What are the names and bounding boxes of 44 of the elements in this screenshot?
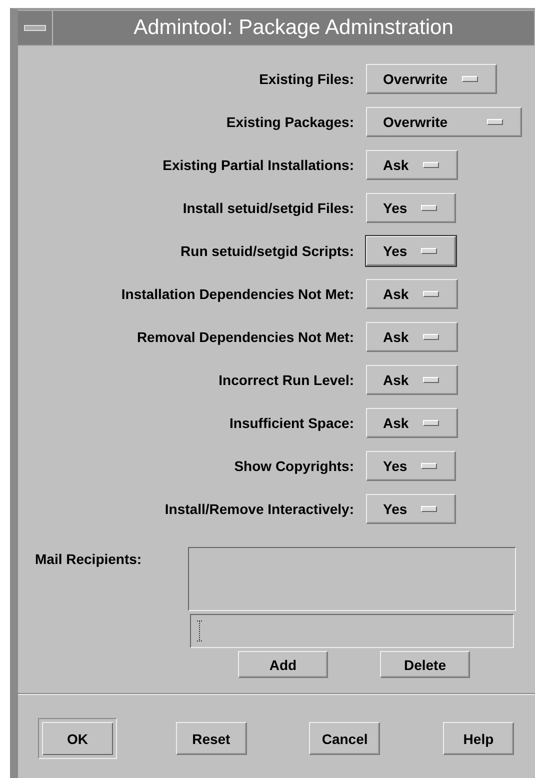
option-menu[interactable]: Yes [366,192,456,222]
option-label: Run setuid/setgid Scripts: [180,242,354,258]
option-label: Insufficient Space: [230,414,354,430]
menu-indicator-icon [421,462,438,468]
menu-indicator-icon [422,334,439,340]
menu-indicator-icon [421,506,438,512]
input-field[interactable] [190,614,514,648]
option-menu[interactable]: Ask [366,364,458,394]
option-menu[interactable]: Overwrite [366,106,522,136]
option-menu[interactable]: Yes [366,236,456,266]
option-label: Install setuid/setgid Files: [182,200,354,216]
text-cursor-icon [197,620,202,642]
menu-indicator-icon [422,162,439,168]
option-label: Existing Packages: [226,114,354,130]
mail-recipients-label: Mail Recipients: [34,550,143,569]
option-menu[interactable]: Ask [366,150,458,180]
menu-indicator-icon [421,204,438,210]
dialog-button[interactable]: OK [38,718,117,759]
option-label: Incorrect Run Level: [218,372,354,388]
option-label: Existing Partial Installations: [162,156,354,172]
option-menu[interactable]: Ask [366,322,458,352]
dialog-button[interactable]: Cancel [309,722,380,755]
option-menu[interactable]: Yes [366,450,456,480]
mail-button[interactable]: Delete [380,651,470,678]
option-label: Existing Files: [259,70,354,86]
menu-indicator-icon [422,420,439,426]
menu-indicator-icon [422,376,439,382]
option-label: Installation Dependencies Not Met: [121,286,354,302]
option-menu[interactable]: Overwrite [366,64,497,94]
menu-indicator-icon [487,118,503,124]
option-label: Install/Remove Interactively: [164,500,354,516]
dialog-button[interactable]: Reset [176,722,247,755]
menu-indicator-icon [422,290,439,296]
window-title: Admintool: Package Adminstration [132,15,454,41]
option-label: Removal Dependencies Not Met: [136,328,354,344]
window-menu-icon[interactable] [24,25,46,31]
option-menu[interactable]: Ask [366,408,458,438]
mail-button[interactable]: Add [238,651,328,678]
menu-indicator-icon [421,248,438,254]
option-menu[interactable]: Ask [366,278,458,308]
menu-indicator-icon [462,76,478,82]
dialog-button[interactable]: Help [442,722,514,755]
option-label: Show Copyrights: [234,458,354,474]
option-menu[interactable]: Yes [366,494,456,524]
